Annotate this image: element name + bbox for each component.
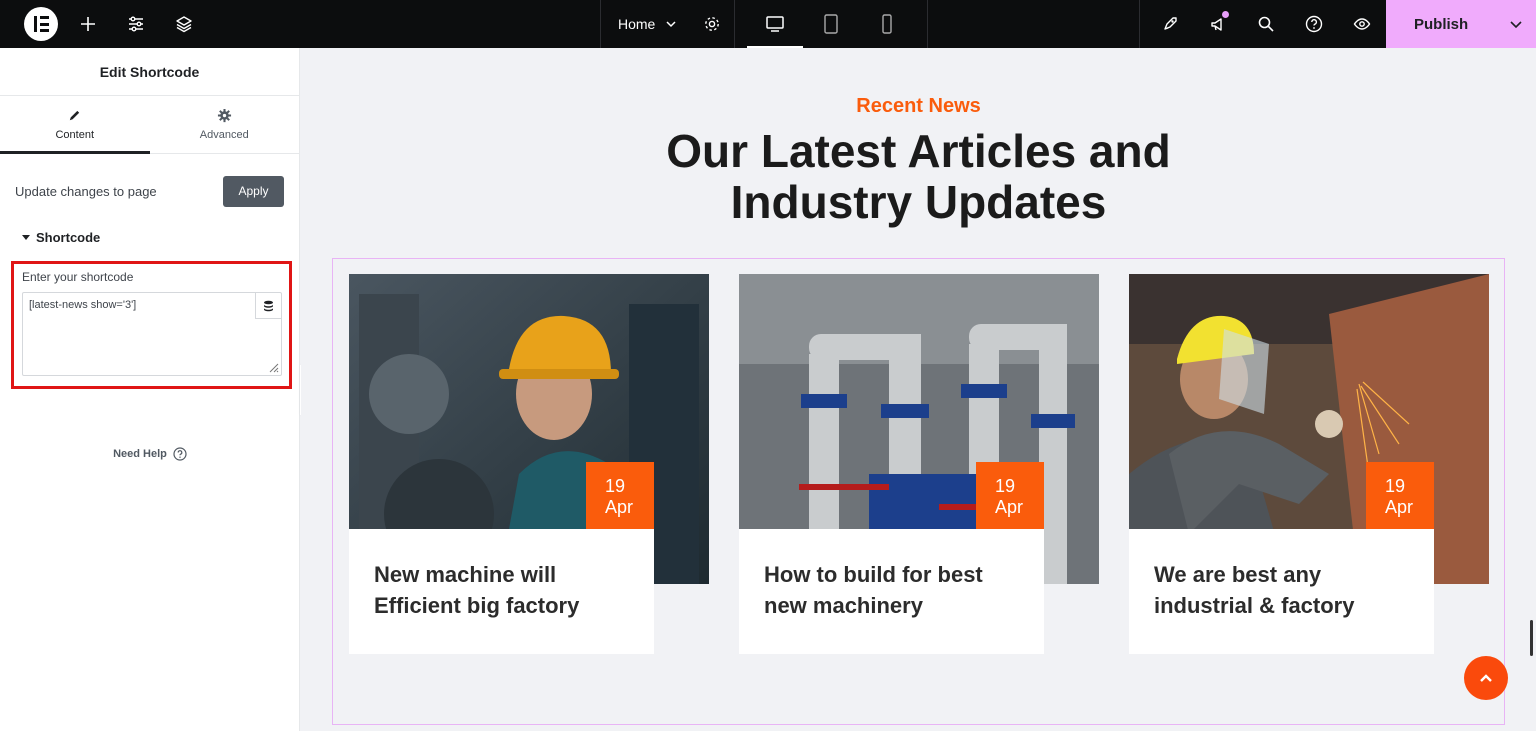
notifications-icon[interactable] — [1194, 0, 1242, 48]
shortcode-section-toggle[interactable]: Shortcode — [0, 214, 299, 245]
editor-topbar: Home Publish — [0, 0, 1536, 48]
news-card-title[interactable]: How to build for best new machinery — [764, 559, 1019, 621]
page-selector[interactable]: Home — [600, 0, 691, 48]
desktop-view-icon[interactable] — [747, 0, 804, 48]
site-settings-icon[interactable] — [112, 0, 160, 48]
layers-icon[interactable] — [160, 0, 208, 48]
news-card-title[interactable]: We are best any industrial & factory — [1154, 559, 1409, 621]
title-line: How to build for best — [764, 562, 983, 587]
shortcode-widget-container[interactable]: 19 Apr New machine will Efficient big fa… — [332, 258, 1505, 725]
panel-title: Edit Shortcode — [0, 48, 299, 96]
preview-canvas: Recent News Our Latest Articles and Indu… — [301, 48, 1536, 731]
help-icon[interactable] — [1290, 0, 1338, 48]
elementor-logo-icon[interactable] — [24, 7, 58, 41]
page-settings-icon[interactable] — [691, 0, 733, 48]
tab-advanced-label: Advanced — [199, 129, 249, 141]
preview-eye-icon[interactable] — [1338, 0, 1386, 48]
editor-panel: Edit Shortcode Content Advanced Update c… — [0, 48, 300, 731]
title-line: Efficient big factory — [374, 593, 580, 618]
title-line: new machinery — [764, 593, 923, 618]
date-day: 19 — [995, 476, 1016, 496]
tablet-view-icon[interactable] — [803, 0, 859, 48]
date-badge: 19 Apr — [976, 462, 1044, 529]
search-icon[interactable] — [1242, 0, 1290, 48]
caret-down-icon — [22, 235, 30, 240]
section-eyebrow: Recent News — [856, 95, 981, 117]
shortcode-textarea[interactable]: [latest-news show='3'] — [22, 292, 282, 376]
shortcode-label: Enter your shortcode — [22, 270, 134, 284]
page-scrollbar[interactable] — [1530, 620, 1533, 656]
notification-dot — [1222, 11, 1229, 18]
page-name: Home — [618, 16, 656, 32]
panel-tabs: Content Advanced — [0, 96, 299, 154]
update-row: Update changes to page Apply — [0, 154, 299, 214]
update-changes-text: Update changes to page — [15, 183, 157, 199]
tab-content-label: Content — [55, 129, 95, 141]
title-line: We are best any — [1154, 562, 1322, 587]
publish-options-chevron-icon[interactable] — [1496, 0, 1536, 48]
title-line: New machine will — [374, 562, 557, 587]
news-card-title[interactable]: New machine will Efficient big factory — [374, 559, 629, 621]
apply-button[interactable]: Apply — [223, 175, 284, 207]
mobile-view-icon[interactable] — [859, 0, 915, 48]
news-card-body: New machine will Efficient big factory — [349, 529, 654, 654]
rocket-icon[interactable] — [1146, 0, 1194, 48]
section-title: Shortcode — [36, 230, 101, 245]
section-heading: Our Latest Articles and Industry Updates — [301, 126, 1536, 228]
shortcode-value: [latest-news show='3'] — [29, 299, 137, 311]
date-day: 19 — [1385, 476, 1406, 496]
date-badge: 19 Apr — [586, 462, 654, 529]
news-card-body: How to build for best new machinery — [739, 529, 1044, 654]
shortcode-control: Enter your shortcode [latest-news show='… — [11, 261, 292, 389]
title-line: industrial & factory — [1154, 593, 1355, 618]
date-badge: 19 Apr — [1366, 462, 1434, 529]
tab-content[interactable]: Content — [0, 96, 150, 154]
chevron-down-icon — [666, 21, 676, 28]
resize-handle-icon[interactable] — [267, 361, 279, 373]
gear-icon — [217, 108, 231, 123]
need-help-link[interactable]: Need Help — [0, 447, 300, 461]
date-month: Apr — [995, 497, 1024, 517]
scroll-to-top-button[interactable] — [1464, 656, 1508, 700]
date-month: Apr — [1385, 497, 1414, 517]
need-help-label: Need Help — [113, 448, 167, 460]
date-day: 19 — [605, 476, 626, 496]
tab-advanced[interactable]: Advanced — [150, 96, 300, 153]
question-circle-icon — [173, 447, 187, 461]
news-card-body: We are best any industrial & factory — [1129, 529, 1434, 654]
publish-button[interactable]: Publish — [1386, 0, 1536, 48]
heading-line-1: Our Latest Articles and — [666, 125, 1171, 177]
chevron-up-icon — [1480, 674, 1492, 682]
publish-label: Publish — [1414, 15, 1469, 33]
pencil-icon — [70, 110, 80, 121]
heading-line-2: Industry Updates — [730, 176, 1107, 228]
dynamic-tags-database-icon[interactable] — [255, 293, 281, 319]
add-element-icon[interactable] — [64, 0, 112, 48]
date-month: Apr — [605, 497, 634, 517]
